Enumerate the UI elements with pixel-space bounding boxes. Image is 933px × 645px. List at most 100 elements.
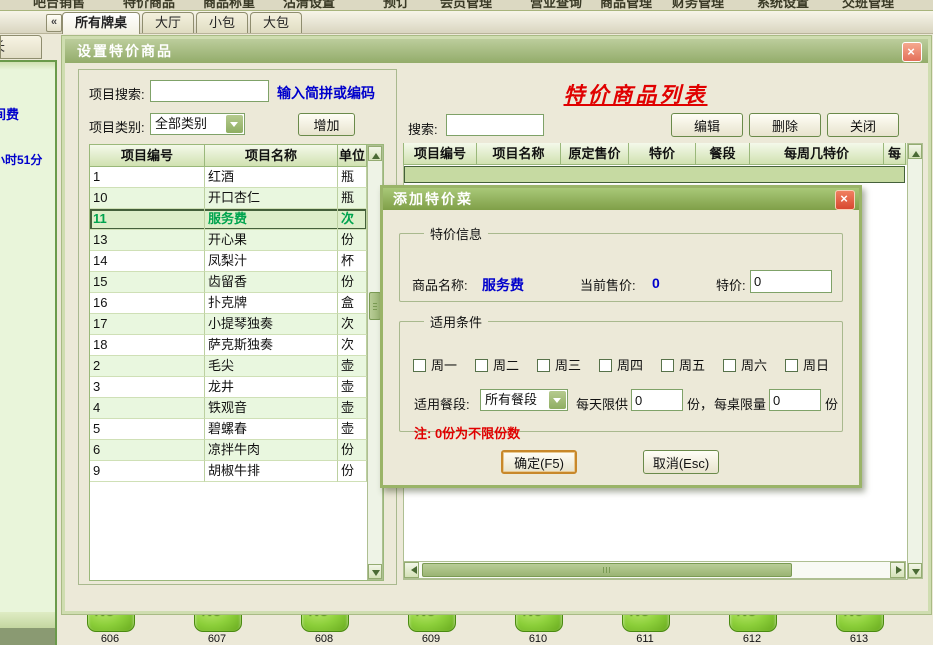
menu-item-2[interactable]: 特价商品: [123, 0, 175, 11]
menu-item-1[interactable]: 吧台销售: [33, 0, 85, 11]
special-list-hscrollbar[interactable]: [403, 561, 906, 579]
menu-item-9[interactable]: 财务管理: [672, 0, 724, 11]
column-header-餐段[interactable]: 餐段: [696, 143, 750, 165]
sidebar-partial-tab[interactable]: 长: [0, 35, 42, 59]
chevron-down-icon[interactable]: [549, 391, 566, 409]
checkbox-周四[interactable]: [599, 359, 612, 372]
table-cell: 杯: [338, 251, 367, 272]
column-header-项目名称[interactable]: 项目名称: [477, 143, 561, 165]
delete-button[interactable]: 删除: [749, 113, 821, 137]
column-header-项目名称[interactable]: 项目名称: [205, 145, 338, 167]
product-name-value: 服务费: [482, 275, 524, 295]
menu-item-10[interactable]: 系统设置: [757, 0, 809, 11]
weekday-option-周四[interactable]: 周四: [599, 355, 643, 374]
checkbox-周日[interactable]: [785, 359, 798, 372]
tab-小包[interactable]: 小包: [196, 12, 248, 33]
checkbox-周五[interactable]: [661, 359, 674, 372]
daily-limit-label: 每天限供: [576, 394, 628, 413]
daily-limit-input[interactable]: [631, 389, 683, 411]
column-header-原定售价[interactable]: 原定售价: [561, 143, 629, 165]
table-number: 611: [622, 633, 668, 645]
scroll-right-button[interactable]: [890, 562, 905, 578]
category-dropdown-value: 全部类别: [155, 114, 207, 134]
table-cell: 开心果: [205, 230, 338, 251]
special-list-vscrollbar[interactable]: [907, 143, 923, 579]
weekday-option-周一[interactable]: 周一: [413, 355, 457, 374]
menu-item-3[interactable]: 商品称重: [203, 0, 255, 11]
table-row[interactable]: 15齿留香份: [90, 272, 367, 293]
add-button[interactable]: 增加: [298, 113, 355, 136]
table-row[interactable]: 5碧螺春壶: [90, 419, 367, 440]
weekday-option-周日[interactable]: 周日: [785, 355, 829, 374]
menu-item-11[interactable]: 交班管理: [842, 0, 894, 11]
column-header-每周几特价[interactable]: 每周几特价: [750, 143, 884, 165]
item-search-label: 项目搜索:: [89, 84, 145, 103]
menu-item-7[interactable]: 营业查询: [530, 0, 582, 11]
table-row[interactable]: 14凤梨汁杯: [90, 251, 367, 272]
checkbox-周二[interactable]: [475, 359, 488, 372]
column-header-每天[interactable]: 每天: [884, 143, 906, 165]
table-row[interactable]: 1红酒瓶: [90, 167, 367, 188]
hscroll-thumb[interactable]: [422, 563, 792, 577]
table-cell: 份: [338, 272, 367, 293]
top-menu-bar: 吧台销售 特价商品 商品称重 沽清设置 预订 会员管理 营业查询 商品管理 财务管理 系统设置 交班…: [0, 0, 933, 11]
close-icon[interactable]: ×: [902, 42, 922, 62]
table-area-tab-bar: « 所有牌桌大厅小包大包: [0, 11, 933, 34]
arrow-left-icon: [407, 566, 417, 574]
table-row[interactable]: 18萨克斯独奏次: [90, 335, 367, 356]
table-row[interactable]: 6凉拌牛肉份: [90, 440, 367, 461]
checkbox-周三[interactable]: [537, 359, 550, 372]
menu-item-6[interactable]: 会员管理: [440, 0, 492, 11]
list-search-input[interactable]: [446, 114, 544, 136]
tab-大包[interactable]: 大包: [250, 12, 302, 33]
chevron-down-icon[interactable]: [226, 115, 243, 133]
table-row[interactable]: 2毛尖壶: [90, 356, 367, 377]
table-row[interactable]: 3龙井壶: [90, 377, 367, 398]
meal-period-dropdown[interactable]: 所有餐段: [480, 389, 568, 411]
table-row[interactable]: 16扑克牌盒: [90, 293, 367, 314]
table-cell: 6: [90, 440, 205, 461]
weekday-option-周五[interactable]: 周五: [661, 355, 705, 374]
weekday-label: 周一: [431, 358, 457, 373]
table-cell: 毛尖: [205, 356, 338, 377]
category-dropdown[interactable]: 全部类别: [150, 113, 245, 135]
item-search-input[interactable]: [150, 80, 269, 102]
scroll-down-button[interactable]: [908, 563, 922, 578]
collapse-sidebar-button[interactable]: «: [46, 14, 62, 32]
scroll-down-button[interactable]: [368, 564, 382, 579]
table-cell: 份: [338, 461, 367, 482]
column-header-单位[interactable]: 单位: [338, 145, 367, 167]
checkbox-周一[interactable]: [413, 359, 426, 372]
close-icon[interactable]: ×: [835, 190, 855, 210]
weekday-option-周二[interactable]: 周二: [475, 355, 519, 374]
arrow-up-icon: [372, 149, 380, 159]
table-row[interactable]: 9胡椒牛排份: [90, 461, 367, 482]
menu-item-8[interactable]: 商品管理: [600, 0, 652, 11]
cancel-button[interactable]: 取消(Esc): [643, 450, 719, 474]
weekday-option-周六[interactable]: 周六: [723, 355, 767, 374]
edit-button[interactable]: 编辑: [671, 113, 743, 137]
table-row[interactable]: 4铁观音壶: [90, 398, 367, 419]
scroll-up-button[interactable]: [368, 146, 382, 161]
table-row[interactable]: 11服务费次: [90, 209, 367, 230]
column-header-项目编号[interactable]: 项目编号: [404, 143, 477, 165]
table-row[interactable]: 13开心果份: [90, 230, 367, 251]
table-row[interactable]: 10开口杏仁瓶: [90, 188, 367, 209]
tab-所有牌桌[interactable]: 所有牌桌: [62, 12, 140, 34]
tab-大厅[interactable]: 大厅: [142, 12, 194, 33]
column-header-项目编号[interactable]: 项目编号: [90, 145, 205, 167]
menu-item-4[interactable]: 沽清设置: [283, 0, 335, 11]
weekday-option-周三[interactable]: 周三: [537, 355, 581, 374]
scroll-left-button[interactable]: [404, 562, 419, 578]
table-limit-input[interactable]: [769, 389, 821, 411]
close-button[interactable]: 关闭: [827, 113, 899, 137]
column-header-特价[interactable]: 特价: [629, 143, 696, 165]
special-price-input[interactable]: [750, 270, 832, 293]
ok-button[interactable]: 确定(F5): [501, 450, 577, 474]
table-row[interactable]: 17小提琴独奏次: [90, 314, 367, 335]
menu-item-5[interactable]: 预订: [383, 0, 409, 11]
table-cell: 17: [90, 314, 205, 335]
scroll-up-button[interactable]: [908, 144, 922, 159]
checkbox-周六[interactable]: [723, 359, 736, 372]
special-list-selected-row[interactable]: [404, 166, 905, 183]
